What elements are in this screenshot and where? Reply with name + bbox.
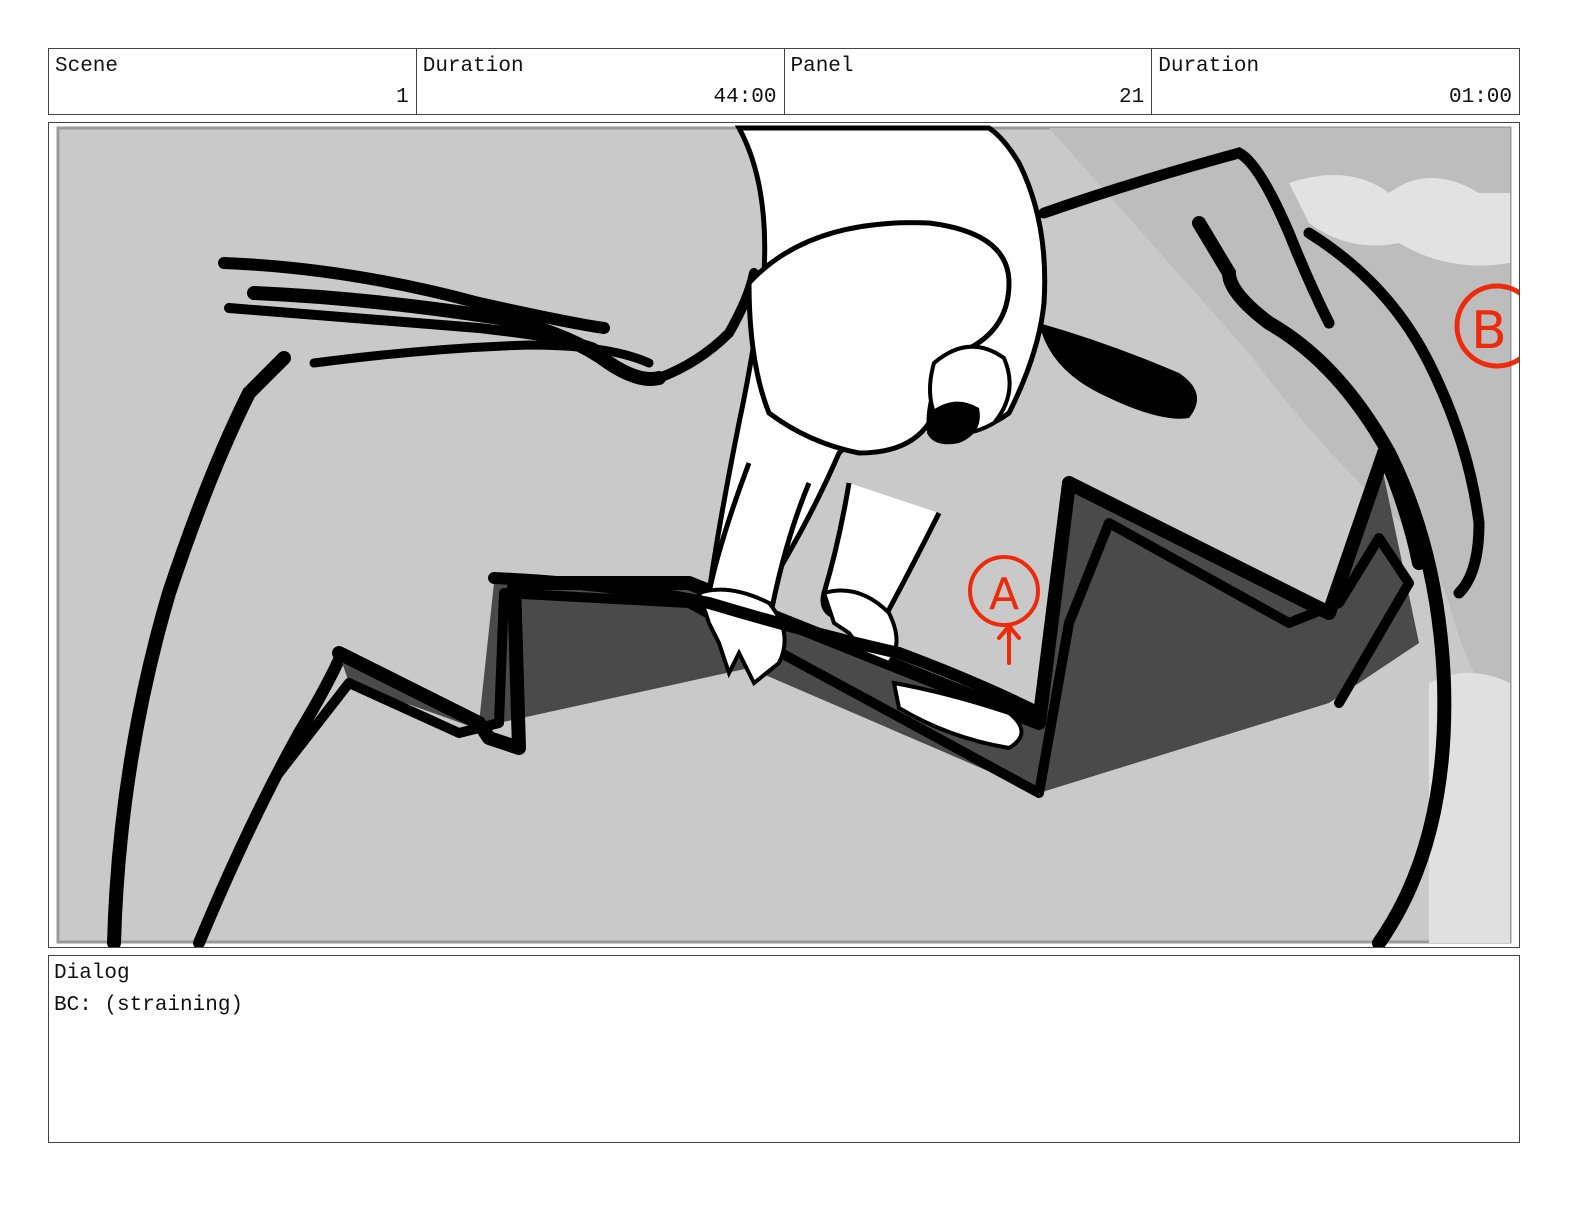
scene-value: 1 — [396, 86, 409, 109]
annotation-a-letter: A — [989, 569, 1019, 620]
annotation-b-letter: B — [1471, 301, 1507, 361]
panel-header: Scene 1 Duration 44:00 Panel 21 Duration… — [48, 48, 1520, 115]
panel-label: Panel — [790, 55, 854, 78]
scene-duration-cell: Duration 44:00 — [417, 49, 785, 114]
panel-duration-value: 01:00 — [1448, 86, 1512, 109]
scene-cell: Scene 1 — [49, 49, 417, 114]
panel-duration-label: Duration — [1158, 55, 1260, 78]
scene-duration-value: 44:00 — [713, 86, 777, 109]
dialog-text: BC: (straining) — [54, 994, 244, 1017]
panel-duration-cell: Duration 01:00 — [1152, 49, 1519, 114]
dialog-label: Dialog — [54, 962, 130, 985]
storyboard-panel: A B — [48, 122, 1520, 948]
storyboard-drawing: A B — [56, 125, 1519, 947]
panel-number-cell: Panel 21 — [785, 49, 1153, 114]
panel-value: 21 — [1119, 86, 1145, 109]
scene-label: Scene — [55, 55, 119, 78]
scene-duration-label: Duration — [422, 55, 524, 78]
dialog-box: Dialog BC: (straining) — [48, 955, 1520, 1143]
